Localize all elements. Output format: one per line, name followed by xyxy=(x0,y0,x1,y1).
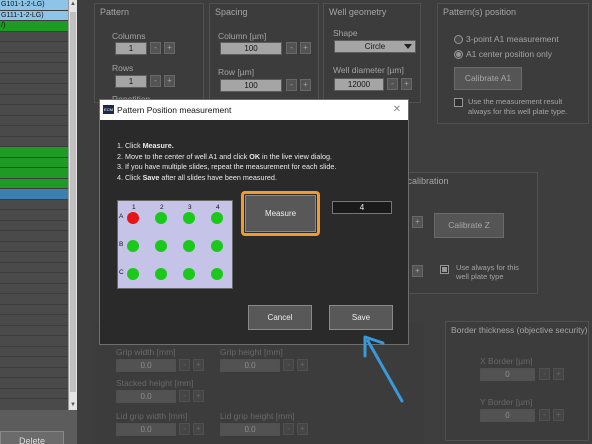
arrow-shaft xyxy=(366,339,404,403)
annotation-arrow xyxy=(363,335,404,403)
